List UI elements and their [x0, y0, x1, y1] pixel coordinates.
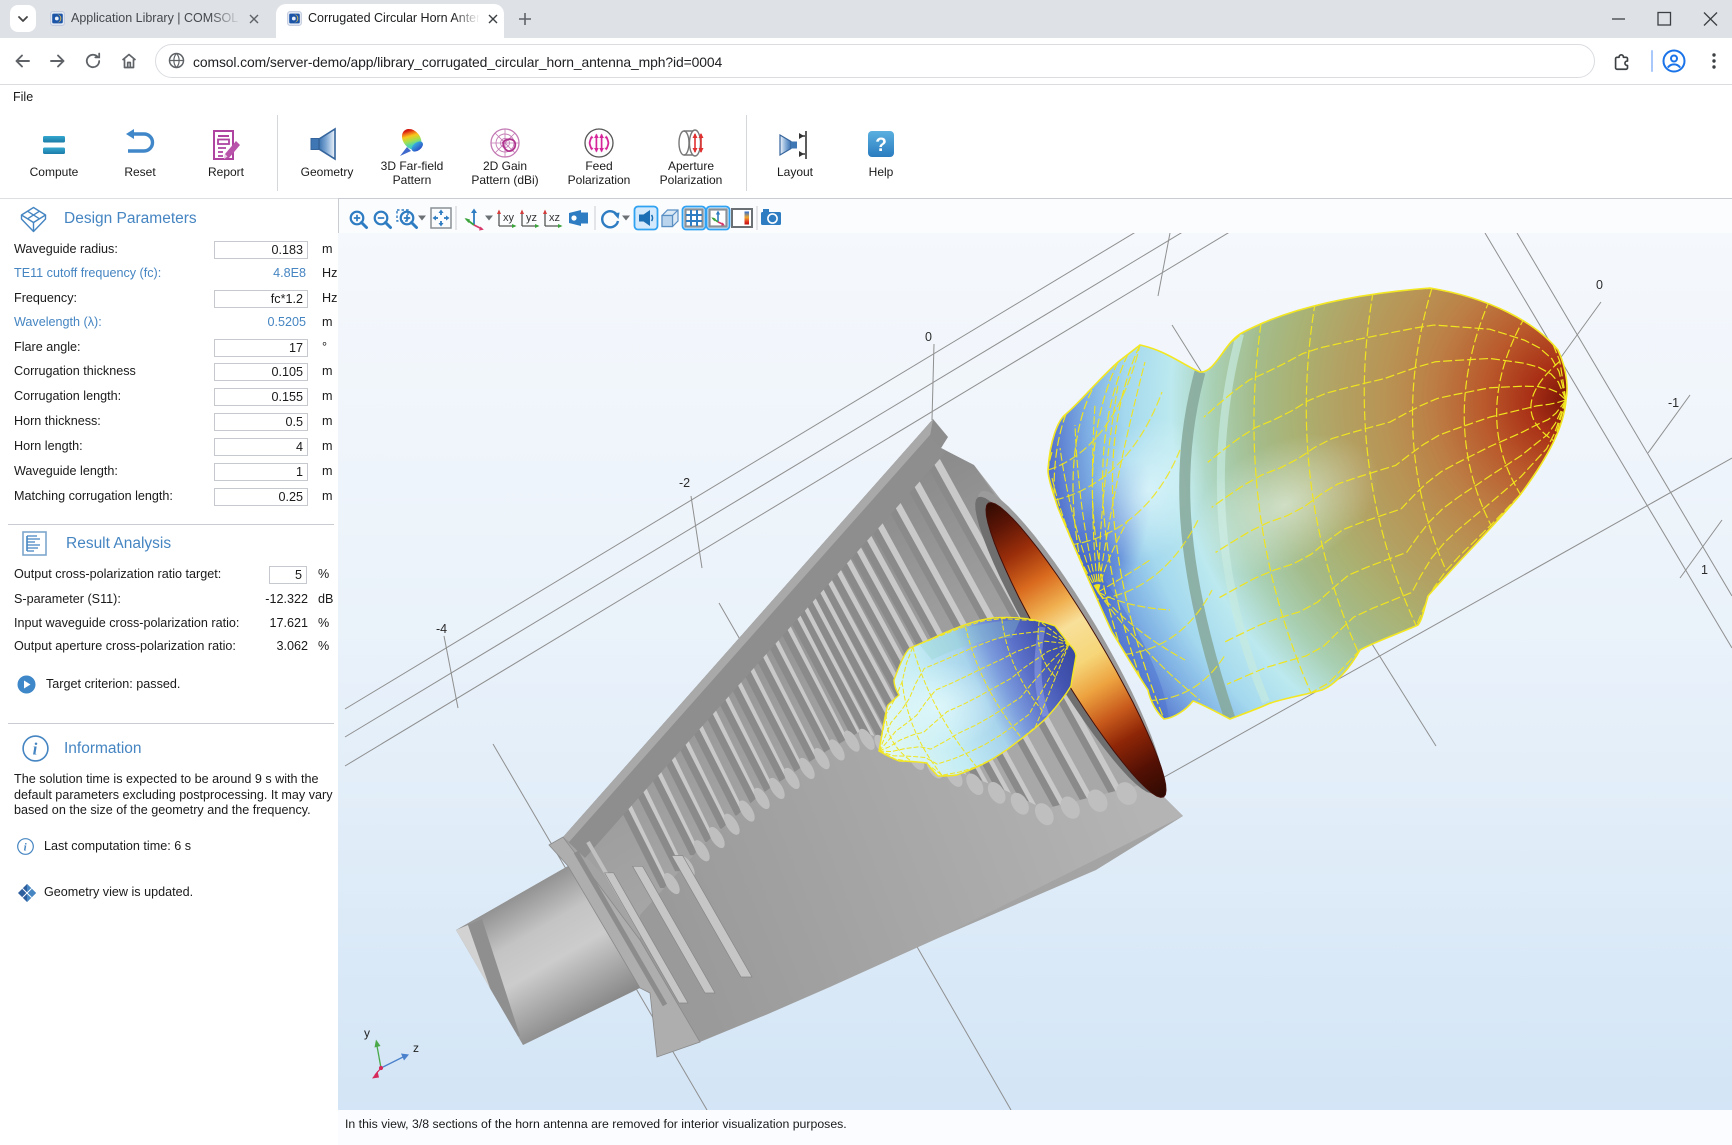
svg-text:-2: -2: [679, 476, 690, 490]
svg-text:-4: -4: [436, 622, 447, 636]
svg-text:yz: yz: [526, 212, 537, 224]
svg-text:0: 0: [925, 330, 932, 344]
svg-text:y: y: [364, 1026, 370, 1040]
svg-text:-1: -1: [1668, 396, 1679, 410]
svg-text:i: i: [24, 842, 28, 854]
svg-text:xz: xz: [549, 212, 560, 224]
svg-text:i: i: [33, 740, 38, 759]
svg-text:0: 0: [1596, 278, 1603, 292]
svg-text:z: z: [413, 1041, 419, 1055]
svg-text:?: ?: [875, 135, 887, 156]
svg-text:xy: xy: [503, 212, 515, 224]
svg-text:1: 1: [1701, 563, 1708, 577]
